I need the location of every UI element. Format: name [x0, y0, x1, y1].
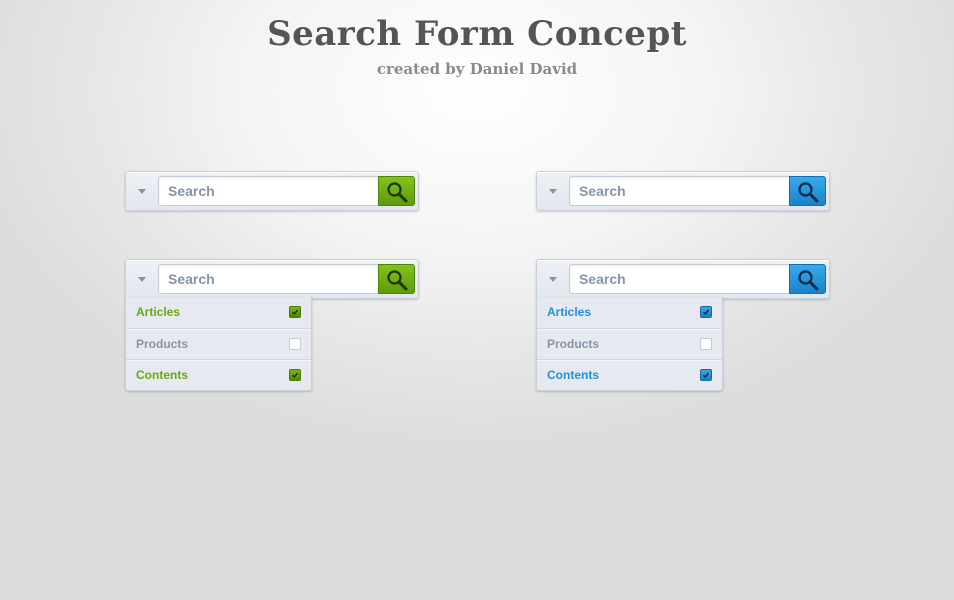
menu-item-label: Contents	[136, 368, 188, 382]
page-subtitle: created by Daniel David	[376, 60, 578, 78]
category-dropdown-toggle[interactable]	[126, 260, 158, 298]
search-input[interactable]	[569, 176, 789, 206]
checkbox-products[interactable]	[289, 338, 301, 350]
checkmark-icon	[703, 309, 710, 316]
search-form-green-expanded: Articles Products Contents	[125, 259, 419, 391]
search-button[interactable]	[789, 264, 826, 294]
menu-item-contents[interactable]: Contents	[126, 359, 311, 390]
chevron-down-icon	[549, 277, 557, 282]
menu-item-label: Articles	[136, 305, 181, 319]
checkmark-icon	[292, 372, 299, 379]
checkmark-icon	[703, 372, 710, 379]
search-input[interactable]	[158, 176, 378, 206]
checkbox-contents[interactable]	[289, 369, 301, 381]
checkbox-articles[interactable]	[700, 306, 712, 318]
search-input[interactable]	[569, 264, 789, 294]
checkbox-contents[interactable]	[700, 369, 712, 381]
menu-item-label: Articles	[547, 305, 592, 319]
chevron-down-icon	[138, 189, 146, 194]
category-menu: Articles Products Contents	[536, 297, 723, 391]
menu-item-label: Products	[136, 337, 189, 351]
category-dropdown-toggle[interactable]	[537, 172, 569, 210]
search-button[interactable]	[378, 264, 415, 294]
search-bar	[125, 259, 419, 299]
checkmark-icon	[292, 309, 299, 316]
magnifier-icon	[387, 182, 408, 203]
category-dropdown-toggle[interactable]	[126, 172, 158, 210]
menu-item-products[interactable]: Products	[537, 328, 722, 359]
magnifier-icon	[798, 182, 819, 203]
checkbox-products[interactable]	[700, 338, 712, 350]
search-form-blue-expanded: Articles Products Contents	[536, 259, 830, 391]
search-bar	[536, 259, 830, 299]
menu-item-products[interactable]: Products	[126, 328, 311, 359]
page-title: Search Form Concept	[267, 14, 687, 54]
magnifier-icon	[387, 270, 408, 291]
menu-item-label: Products	[547, 337, 600, 351]
search-form-blue-collapsed	[536, 171, 830, 211]
search-button[interactable]	[378, 176, 415, 206]
search-button[interactable]	[789, 176, 826, 206]
menu-item-articles[interactable]: Articles	[126, 297, 311, 328]
search-form-green-collapsed	[125, 171, 419, 211]
chevron-down-icon	[138, 277, 146, 282]
search-bar	[125, 171, 419, 211]
menu-item-articles[interactable]: Articles	[537, 297, 722, 328]
checkbox-articles[interactable]	[289, 306, 301, 318]
search-input[interactable]	[158, 264, 378, 294]
magnifier-icon	[798, 270, 819, 291]
menu-item-contents[interactable]: Contents	[537, 359, 722, 390]
category-dropdown-toggle[interactable]	[537, 260, 569, 298]
search-bar	[536, 171, 830, 211]
category-menu: Articles Products Contents	[125, 297, 312, 391]
chevron-down-icon	[549, 189, 557, 194]
menu-item-label: Contents	[547, 368, 599, 382]
